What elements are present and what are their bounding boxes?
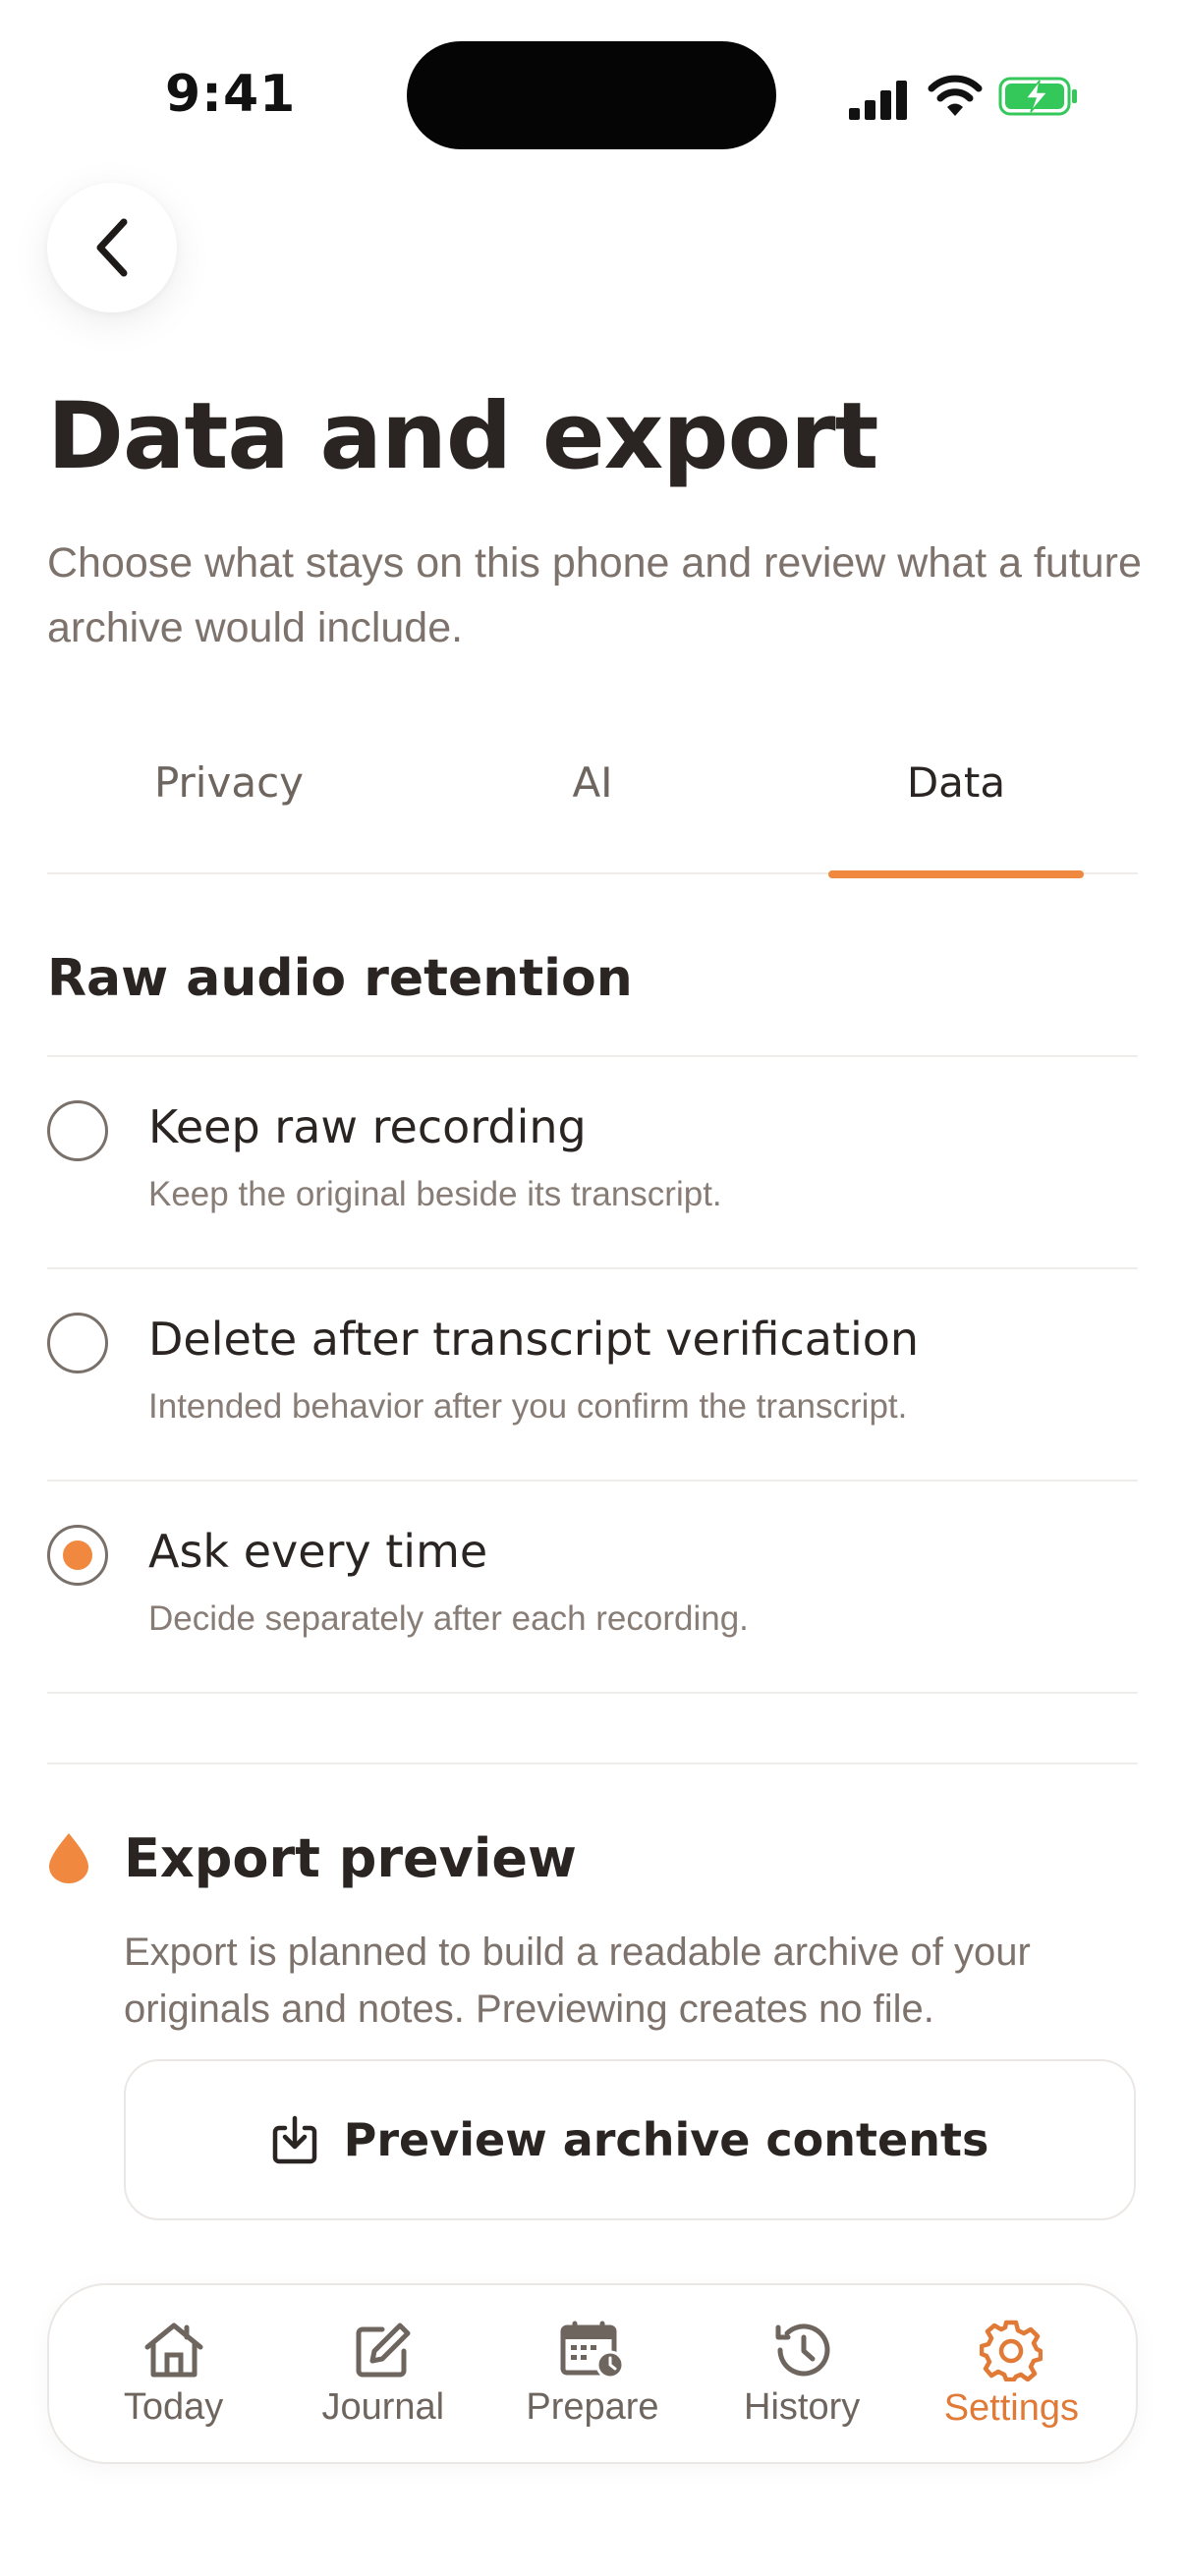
history-icon xyxy=(775,2323,830,2376)
radio-button[interactable] xyxy=(47,1313,108,1373)
tab-ai[interactable]: AI xyxy=(411,747,774,872)
retention-option-delete[interactable]: Delete after transcript verification Int… xyxy=(47,1267,1138,1480)
preview-archive-button[interactable]: Preview archive contents xyxy=(124,2059,1136,2220)
radio-button[interactable] xyxy=(47,1100,108,1161)
retention-options: Keep raw recording Keep the original bes… xyxy=(47,1055,1138,1694)
nav-item-prepare[interactable]: Prepare xyxy=(494,2320,691,2429)
section-divider xyxy=(47,1763,1138,1764)
radio-button-selected[interactable] xyxy=(47,1525,108,1586)
option-label: Delete after transcript verification xyxy=(148,1313,920,1366)
preview-button-label: Preview archive contents xyxy=(343,2113,989,2166)
nav-item-journal[interactable]: Journal xyxy=(285,2320,481,2429)
retention-option-ask[interactable]: Ask every time Decide separately after e… xyxy=(47,1480,1138,1694)
calendar-clock-icon xyxy=(560,2321,625,2379)
section-title-export: Export preview xyxy=(124,1827,577,1889)
option-label: Keep raw recording xyxy=(148,1100,587,1153)
edit-icon xyxy=(356,2323,411,2377)
home-icon xyxy=(144,2323,203,2377)
nav-item-history[interactable]: History xyxy=(704,2320,900,2429)
battery-charging-icon xyxy=(998,77,1077,116)
drop-icon xyxy=(49,1833,88,1883)
settings-tabs: Privacy AI Data xyxy=(47,747,1138,874)
page-title: Data and export xyxy=(47,383,878,490)
wifi-icon xyxy=(928,75,983,116)
status-time: 9:41 xyxy=(165,65,297,124)
nav-label: Today xyxy=(123,2385,224,2428)
page-subtitle: Choose what stays on this phone and revi… xyxy=(47,539,1142,651)
nav-item-today[interactable]: Today xyxy=(76,2320,272,2429)
option-description: Keep the original beside its transcript. xyxy=(148,1175,722,1213)
section-title-retention: Raw audio retention xyxy=(47,949,633,1008)
tab-data[interactable]: Data xyxy=(774,747,1138,872)
option-description: Decide separately after each recording. xyxy=(148,1599,749,1638)
nav-label: Settings xyxy=(943,2386,1079,2429)
tab-privacy[interactable]: Privacy xyxy=(47,747,411,872)
dynamic-island xyxy=(407,41,776,149)
option-description: Intended behavior after you confirm the … xyxy=(148,1387,908,1426)
retention-option-keep[interactable]: Keep raw recording Keep the original bes… xyxy=(47,1055,1138,1267)
option-label: Ask every time xyxy=(148,1525,488,1578)
download-tray-icon xyxy=(272,2115,316,2164)
gear-icon xyxy=(980,2320,1044,2381)
back-button[interactable] xyxy=(47,183,177,312)
bottom-tab-bar: Today Journal Prepare History Settings xyxy=(47,2283,1138,2464)
nav-label: History xyxy=(744,2385,861,2428)
nav-label: Journal xyxy=(321,2385,445,2428)
nav-label: Prepare xyxy=(526,2385,659,2428)
cellular-signal-icon xyxy=(849,81,907,120)
nav-item-settings[interactable]: Settings xyxy=(913,2319,1109,2430)
export-description: Export is planned to build a readable ar… xyxy=(124,1931,1031,2031)
chevron-left-icon xyxy=(96,218,128,277)
